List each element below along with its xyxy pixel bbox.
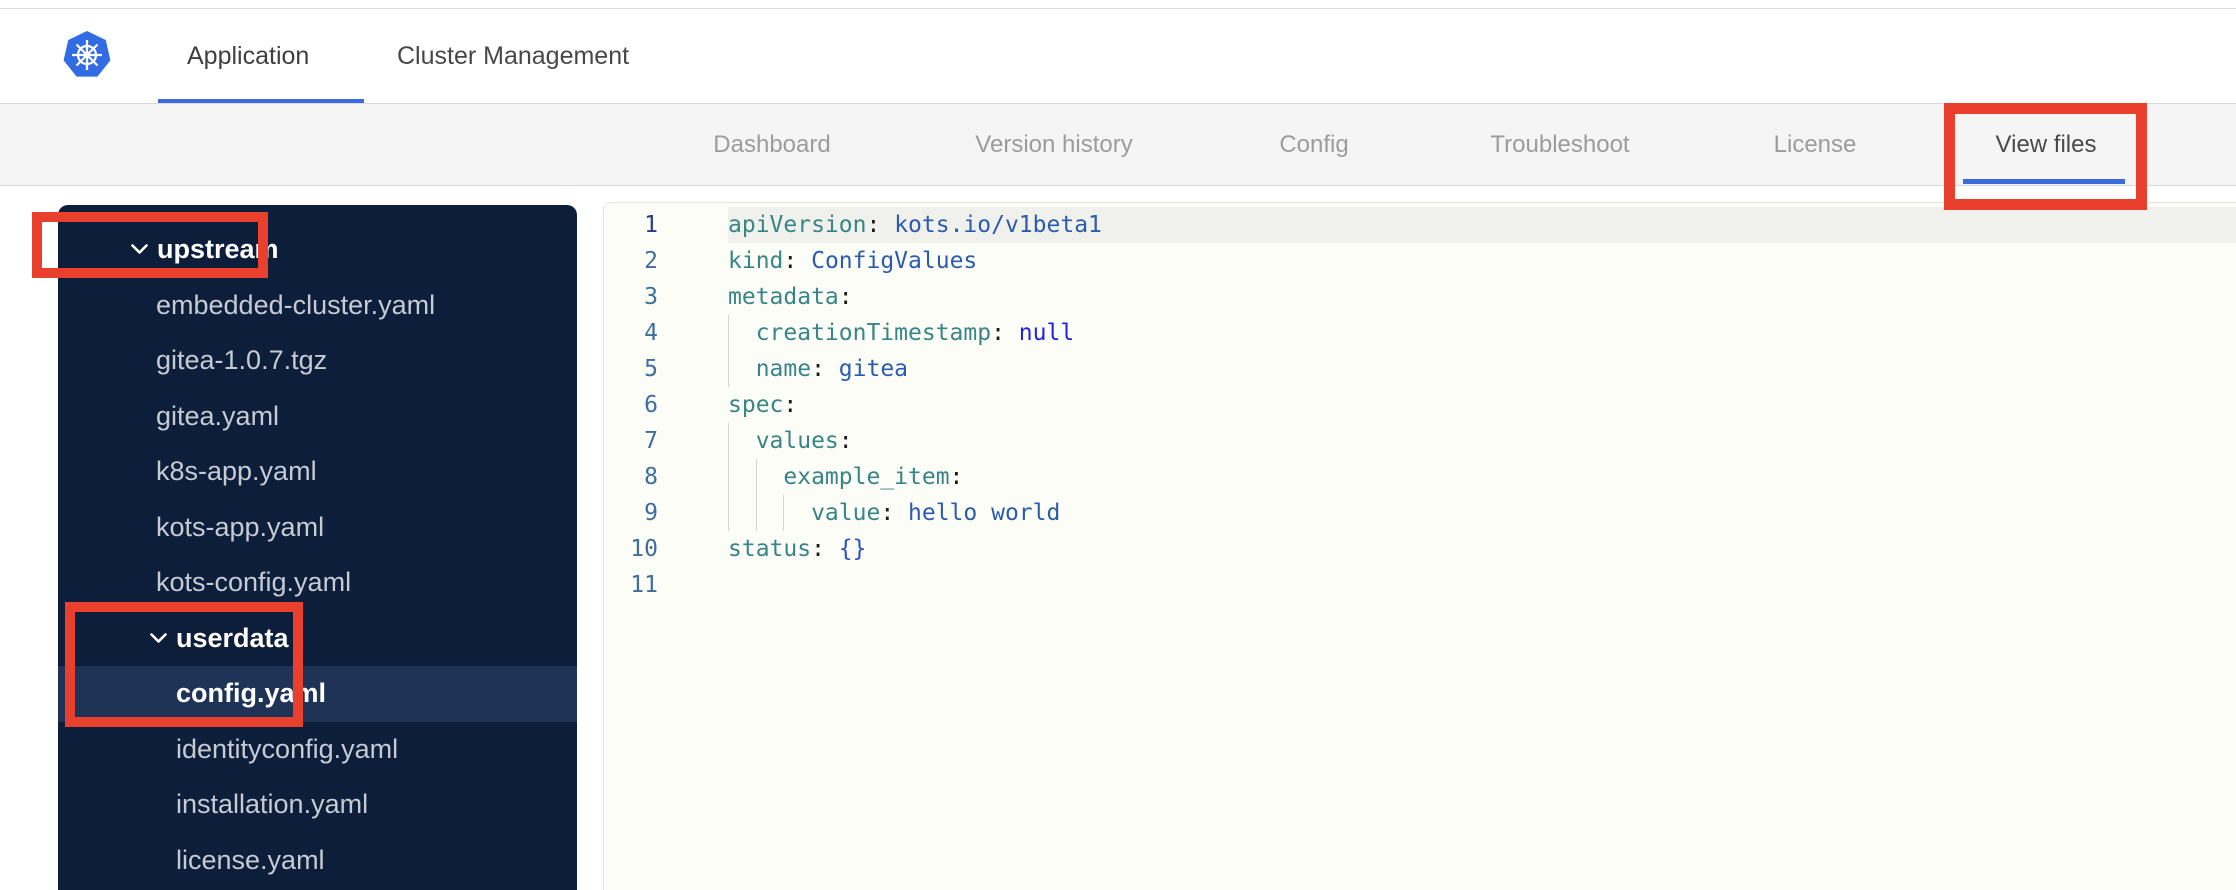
indent-guide (755, 495, 784, 531)
subnav-tab-license[interactable]: License (1774, 104, 1857, 185)
file-label: license.yaml (176, 844, 325, 875)
indent-guide (783, 495, 811, 531)
indent-guide (728, 495, 756, 531)
file-label: kots-app.yaml (156, 511, 325, 542)
line-content: metadata: (728, 284, 853, 310)
kubernetes-logo-icon (63, 31, 111, 77)
indent-guide (728, 351, 756, 387)
tab-application[interactable]: Application (187, 9, 309, 103)
tree-folder-userdata[interactable]: userdata (58, 611, 577, 667)
indent-guide (728, 423, 756, 459)
line-number: 7 (644, 428, 658, 454)
file-label: identityconfig.yaml (176, 733, 399, 764)
line-content: example_item: (728, 459, 2236, 495)
tree-file-config-yaml[interactable]: config.yaml (58, 666, 577, 722)
tree-file-kots-app-yaml[interactable]: kots-app.yaml (58, 500, 577, 556)
tree-folder-upstream[interactable]: upstream (58, 222, 577, 278)
chevron-down-icon (131, 244, 148, 255)
code-line-9: 9 value: hello world (604, 495, 2236, 531)
file-label: k8s-app.yaml (156, 456, 317, 487)
line-number: 4 (644, 320, 658, 346)
code-line-11: 11 (604, 567, 2236, 603)
app-header: Application Cluster Management (0, 9, 2236, 103)
file-label: installation.yaml (176, 789, 369, 820)
code-line-2: 2 kind: ConfigValues (604, 243, 2236, 279)
code-line-1: 1 apiVersion: kots.io/v1beta1 (604, 207, 2236, 243)
code-line-10: 10 status: {} (604, 531, 2236, 567)
code-line-3: 3 metadata: (604, 279, 2236, 315)
tree-file-gitea-1-0-7-tgz[interactable]: gitea-1.0.7.tgz (58, 333, 577, 389)
subnav-tab-troubleshoot[interactable]: Troubleshoot (1490, 104, 1629, 185)
line-number: 5 (644, 356, 658, 382)
chevron-down-icon (150, 632, 167, 644)
line-content: value: hello world (728, 495, 2236, 531)
subnav-tab-dashboard[interactable]: Dashboard (713, 104, 830, 185)
code-line-7: 7 values: (604, 423, 2236, 459)
line-number: 9 (644, 500, 658, 526)
code-line-8: 8 example_item: (604, 459, 2236, 495)
indent-guide (728, 459, 756, 495)
code-editor[interactable]: 1 apiVersion: kots.io/v1beta1 2 kind: Confi… (603, 202, 2236, 890)
code-line-6: 6 spec: (604, 387, 2236, 423)
line-content: name: gitea (728, 351, 2236, 387)
tree-file-installation-yaml[interactable]: installation.yaml (58, 777, 577, 833)
subnav-tab-version-history[interactable]: Version history (975, 104, 1132, 185)
tree-file-k8s-app-yaml[interactable]: k8s-app.yaml (58, 444, 577, 500)
file-label: kots-config.yaml (156, 567, 352, 598)
folder-label: userdata (176, 622, 289, 653)
indent-guide (728, 315, 756, 351)
file-label: embedded-cluster.yaml (156, 289, 436, 320)
line-number: 10 (630, 536, 658, 562)
subnav-tab-config[interactable]: Config (1279, 104, 1348, 185)
line-content (728, 567, 2236, 603)
tab-cluster-management[interactable]: Cluster Management (397, 9, 629, 103)
line-number: 11 (630, 572, 658, 598)
tree-file-license-yaml[interactable]: license.yaml (58, 833, 577, 889)
file-tree-sidebar: upstream embedded-cluster.yaml gitea-1.0.7… (58, 205, 577, 890)
line-content: apiVersion: kots.io/v1beta1 (728, 207, 2236, 243)
folder-label: upstream (157, 234, 279, 265)
active-subnav-tab-underline (1963, 179, 2125, 184)
file-label: gitea.yaml (156, 400, 280, 431)
tree-file-gitea-yaml[interactable]: gitea.yaml (58, 389, 577, 445)
line-number: 2 (644, 248, 658, 274)
line-content: kind: ConfigValues (728, 248, 978, 274)
line-number: 3 (644, 284, 658, 310)
file-label: config.yaml (176, 678, 327, 709)
tree-file-embedded-cluster-yaml[interactable]: embedded-cluster.yaml (58, 278, 577, 334)
file-label: gitea-1.0.7.tgz (156, 345, 328, 376)
subnav-tab-view-files[interactable]: View files (1996, 104, 2097, 185)
line-content: spec: (728, 392, 798, 418)
tree-file-kots-config-yaml[interactable]: kots-config.yaml (58, 555, 577, 611)
line-number: 1 (644, 212, 658, 238)
app-subnav: Dashboard Version history Config Troublesho… (0, 103, 2236, 186)
line-content: values: (728, 423, 2236, 459)
line-number: 6 (644, 392, 658, 418)
tree-file-identityconfig-yaml[interactable]: identityconfig.yaml (58, 722, 577, 778)
line-content: creationTimestamp: null (728, 315, 2236, 351)
line-content: status: {} (728, 536, 867, 562)
indent-guide (755, 459, 784, 495)
code-line-4: 4 creationTimestamp: null (604, 315, 2236, 351)
line-number: 8 (644, 464, 658, 490)
code-line-5: 5 name: gitea (604, 351, 2236, 387)
